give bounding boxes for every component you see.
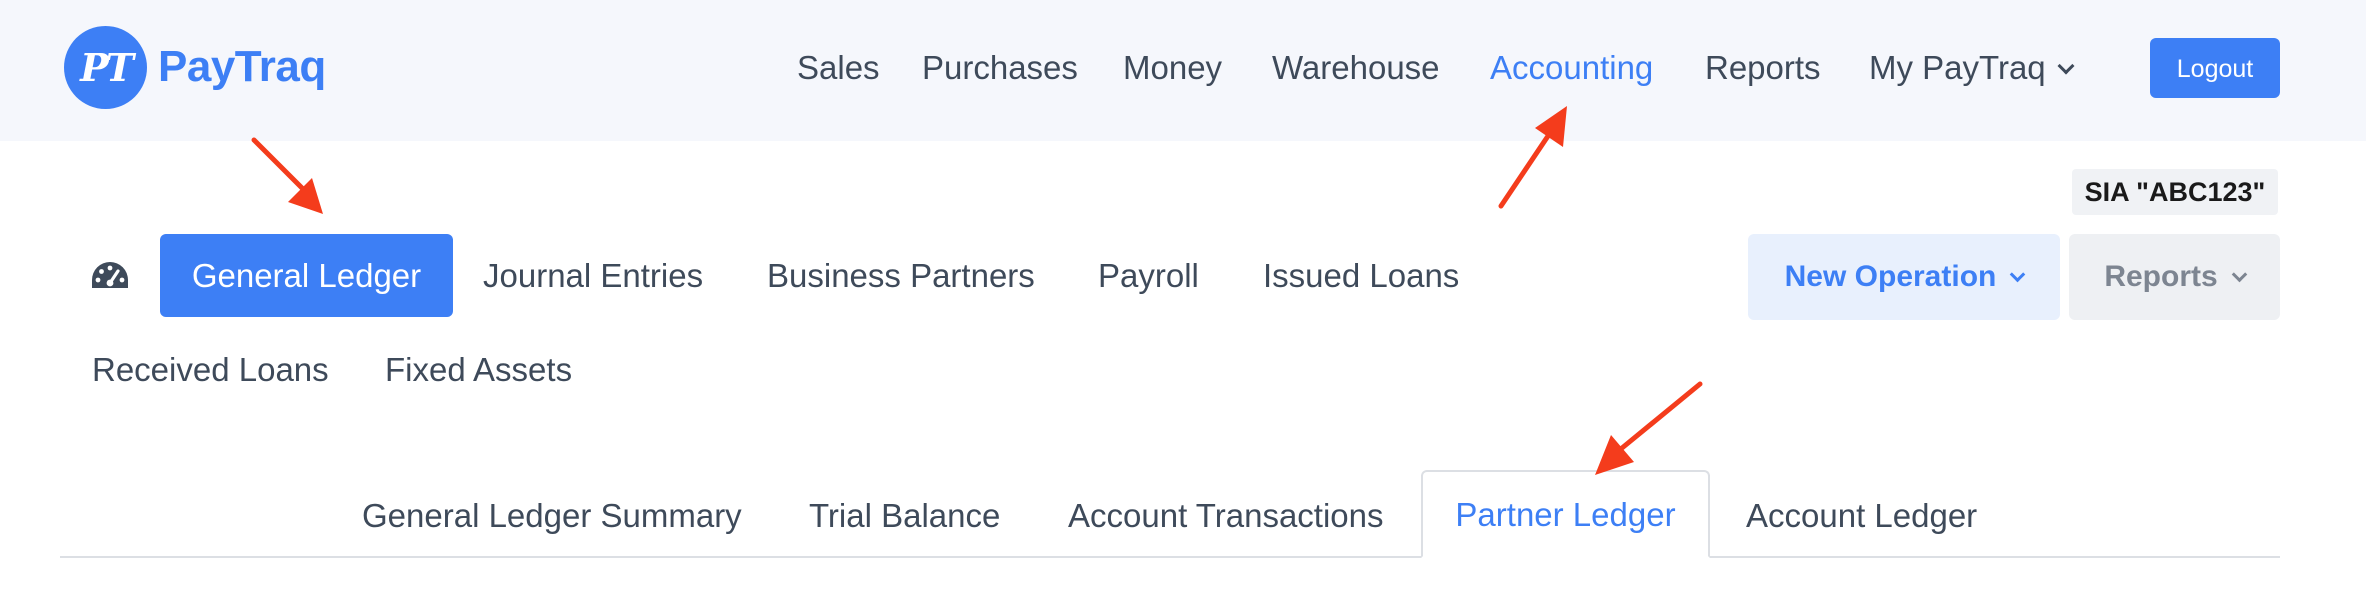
- chevron-down-icon: [2010, 266, 2026, 283]
- nav-money[interactable]: Money: [1123, 46, 1222, 90]
- tab-account-ledger[interactable]: Account Ledger: [1746, 494, 1977, 538]
- subnav-business-partners[interactable]: Business Partners: [767, 254, 1035, 298]
- nav-my-paytraq[interactable]: My PayTraq: [1869, 46, 2075, 90]
- new-operation-button[interactable]: New Operation: [1748, 234, 2060, 320]
- logout-button[interactable]: Logout: [2150, 38, 2280, 98]
- reports-label: Reports: [2104, 260, 2218, 293]
- tab-partner-ledger[interactable]: Partner Ledger: [1421, 470, 1710, 558]
- tab-general-ledger-summary[interactable]: General Ledger Summary: [362, 494, 742, 538]
- subnav-journal-entries[interactable]: Journal Entries: [483, 254, 703, 298]
- tab-divider: [60, 556, 2280, 558]
- subnav-received-loans[interactable]: Received Loans: [92, 348, 329, 392]
- subnav-fixed-assets[interactable]: Fixed Assets: [385, 348, 572, 392]
- top-navigation-bar: PT PayTraq Sales Purchases Money Warehou…: [0, 0, 2366, 141]
- chevron-down-icon: [2231, 266, 2247, 283]
- subnav-issued-loans[interactable]: Issued Loans: [1263, 254, 1459, 298]
- nav-sales[interactable]: Sales: [797, 46, 880, 90]
- brand-name[interactable]: PayTraq: [158, 40, 326, 94]
- arrow-to-general-ledger: [251, 137, 323, 214]
- company-badge: SIA "ABC123": [2072, 169, 2278, 215]
- nav-reports[interactable]: Reports: [1705, 46, 1821, 90]
- reports-dropdown-button[interactable]: Reports: [2069, 234, 2280, 320]
- nav-my-paytraq-label: My PayTraq: [1869, 49, 2046, 86]
- nav-accounting[interactable]: Accounting: [1490, 46, 1653, 90]
- nav-purchases[interactable]: Purchases: [922, 46, 1078, 90]
- chevron-down-icon: [2057, 57, 2075, 75]
- arrow-to-partner-ledger: [1595, 381, 1703, 475]
- subnav-general-ledger[interactable]: General Ledger: [160, 234, 453, 317]
- nav-warehouse[interactable]: Warehouse: [1272, 46, 1440, 90]
- tab-trial-balance[interactable]: Trial Balance: [809, 494, 1000, 538]
- speedometer-icon[interactable]: [90, 260, 130, 292]
- tab-account-transactions[interactable]: Account Transactions: [1068, 494, 1384, 538]
- new-operation-label: New Operation: [1784, 260, 1997, 293]
- subnav-payroll[interactable]: Payroll: [1098, 254, 1199, 298]
- paytraq-logo[interactable]: PT: [64, 26, 147, 109]
